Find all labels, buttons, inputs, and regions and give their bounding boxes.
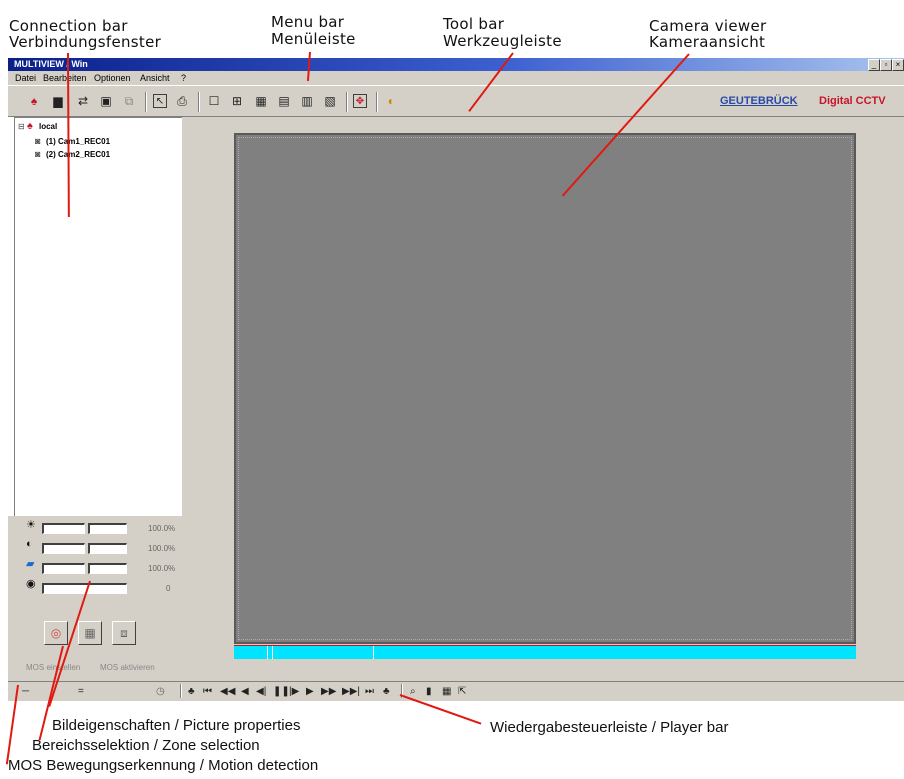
mos-activate-tab[interactable]: MOS aktivieren	[100, 663, 155, 672]
info-icon[interactable]: ◖	[383, 94, 397, 108]
menu-item-ansicht[interactable]: Ansicht	[140, 73, 170, 83]
brightness-value: 100.0%	[148, 524, 176, 533]
menu-item-help[interactable]: ?	[181, 73, 186, 83]
fullscreen-icon[interactable]: ✥	[353, 94, 367, 108]
disconnect-icon[interactable]: ▆	[51, 94, 65, 108]
window-title: MULTIVIEW / Win	[14, 59, 88, 69]
play-icon[interactable]: ▶	[306, 685, 314, 698]
connect-icon[interactable]: ♠	[27, 94, 41, 108]
brand-tagline: Digital CCTV	[819, 95, 886, 107]
sharpness-icon: ◉	[26, 578, 36, 590]
contrast-slider-left[interactable]	[42, 543, 85, 554]
color-slider-left[interactable]	[42, 563, 85, 574]
rewind-icon[interactable]: ◀	[241, 685, 249, 698]
annotation-motion-detection: MOS Bewegungserkennung / Motion detectio…	[8, 757, 319, 774]
step-back-icon[interactable]: ◀|	[256, 685, 266, 698]
menu-item-datei[interactable]: Datei	[15, 73, 36, 83]
tree-expand-icon[interactable]: ⊟	[18, 122, 25, 131]
annotation-picture-properties: Bildeigenschaften / Picture properties	[52, 717, 301, 734]
annotation-menuleiste: Menüleiste	[271, 30, 356, 48]
color-icon: ▰	[26, 558, 35, 570]
maximize-button[interactable]: ▫	[880, 59, 892, 71]
grid-button[interactable]: ▦	[78, 621, 102, 645]
color-value: 100.0%	[148, 564, 176, 573]
skip-to-end-icon[interactable]: ⏭	[365, 685, 374, 698]
skip-to-start-icon[interactable]: ⏮	[203, 685, 212, 698]
brightness-slider-right[interactable]	[88, 523, 127, 534]
connection-bar-panel: ⊟ ♠ local ◙ (1) Cam1_REC01 ◙ (2) Cam2_RE…	[14, 117, 183, 517]
minimize-button[interactable]: _	[868, 59, 880, 71]
menu-item-optionen[interactable]: Optionen	[94, 73, 131, 83]
annotation-werkzeugleiste: Werkzeugleiste	[443, 32, 562, 50]
close-button[interactable]: ×	[892, 59, 904, 71]
camera-viewer[interactable]	[234, 133, 856, 644]
toolbar-separator	[346, 92, 348, 112]
annotation-kameraansicht: Kameraansicht	[649, 33, 766, 51]
mos-icon[interactable]: ─	[22, 685, 29, 698]
zone-selection-button[interactable]: ◎	[44, 621, 68, 645]
layout-10-icon[interactable]: ▧	[323, 94, 337, 108]
brightness-slider-left[interactable]	[42, 523, 85, 534]
zoom-icon[interactable]: ⌕	[410, 685, 416, 698]
timeline-marker	[267, 646, 268, 659]
annotation-player-bar: Wiedergabesteuerleiste / Player bar	[490, 719, 729, 736]
layout-1-icon[interactable]: ☐	[207, 94, 221, 108]
camera-icon: ◙	[35, 136, 41, 146]
snapshot-button[interactable]: ⧈	[112, 621, 136, 645]
layout-6-icon[interactable]: ▤	[277, 94, 291, 108]
player-bar: ─ = ◷ ♣ ⏮ ◀◀ ◀ ◀| ❚❚ |▶ ▶ ▶▶ ▶▶| ⏭ ♣ ⌕ ▮…	[8, 681, 904, 701]
annotation-tool-bar: Tool bar	[443, 15, 505, 33]
mos-settings-tab[interactable]: MOS einstellen	[26, 663, 80, 672]
menu-bar: Datei Bearbeiten Optionen Ansicht ?	[8, 71, 904, 85]
copy-icon[interactable]: ⧉	[122, 94, 136, 108]
skip-forward-icon[interactable]: ▶▶|	[342, 685, 360, 698]
fast-rewind-icon[interactable]: ◀◀	[220, 685, 235, 698]
record-icon[interactable]: ♣	[383, 685, 390, 698]
picture-properties-panel: ☀ 100.0% ◐ 100.0% ▰ 100.0% ◉ 0 ◎ ▦ ⧈ MOS…	[8, 516, 182, 681]
toolbar-separator	[198, 92, 200, 112]
tool-bar: ♠ ▆ ⇄ ▣ ⧉ ↖ ⎙ ☐ ⊞ ▦ ▤ ▥ ▧ ✥ ◖ GEUTEBRÜCK…	[8, 85, 904, 117]
contrast-value: 100.0%	[148, 544, 176, 553]
server-icon: ♠	[27, 120, 33, 132]
select-icon[interactable]: ↖	[153, 94, 167, 108]
menu-item-bearbeiten[interactable]: Bearbeiten	[43, 73, 87, 83]
layout-8-icon[interactable]: ▥	[300, 94, 314, 108]
layout-4-icon[interactable]: ⊞	[230, 94, 244, 108]
clock-icon: ◷	[156, 686, 165, 697]
camera-settings-icon[interactable]: ▣	[99, 94, 113, 108]
quad-view-icon[interactable]: ▦	[442, 685, 451, 698]
print-icon[interactable]: ⎙	[175, 94, 189, 108]
brightness-icon: ☀	[26, 519, 36, 531]
tree-camera-2[interactable]: (2) Cam2_REC01	[46, 150, 110, 159]
pause-icon[interactable]: ❚❚	[273, 685, 290, 698]
brand-logo: GEUTEBRÜCK	[720, 95, 798, 107]
timeline-bar[interactable]	[234, 645, 856, 659]
annotation-verbindungsfenster: Verbindungsfenster	[9, 33, 162, 51]
timeline-marker	[272, 646, 273, 659]
annotation-menu-bar: Menu bar	[271, 13, 345, 31]
export-icon[interactable]: ♣	[188, 685, 195, 698]
zone-icon[interactable]: =	[78, 685, 84, 698]
sharpness-value: 0	[166, 584, 171, 593]
annotation-zone-selection: Bereichsselektion / Zone selection	[32, 737, 260, 754]
step-forward-icon[interactable]: |▶	[289, 685, 299, 698]
layout-9-icon[interactable]: ▦	[254, 94, 268, 108]
split-view-icon[interactable]: ▮	[426, 685, 432, 698]
player-separator	[180, 684, 182, 698]
contrast-icon: ◐	[26, 538, 33, 550]
toolbar-separator	[145, 92, 147, 112]
timeline-marker	[373, 646, 374, 659]
refresh-icon[interactable]: ⇄	[76, 94, 90, 108]
camera-icon: ◙	[35, 149, 41, 159]
fast-forward-icon[interactable]: ▶▶	[321, 685, 336, 698]
resize-icon[interactable]: ⇱	[458, 685, 466, 698]
tree-camera-1[interactable]: (1) Cam1_REC01	[46, 137, 110, 146]
tree-root-label[interactable]: local	[39, 122, 57, 131]
window-title-bar: MULTIVIEW / Win _ ▫ ×	[8, 58, 904, 71]
color-slider-right[interactable]	[88, 563, 127, 574]
contrast-slider-right[interactable]	[88, 543, 127, 554]
toolbar-separator	[376, 92, 378, 112]
